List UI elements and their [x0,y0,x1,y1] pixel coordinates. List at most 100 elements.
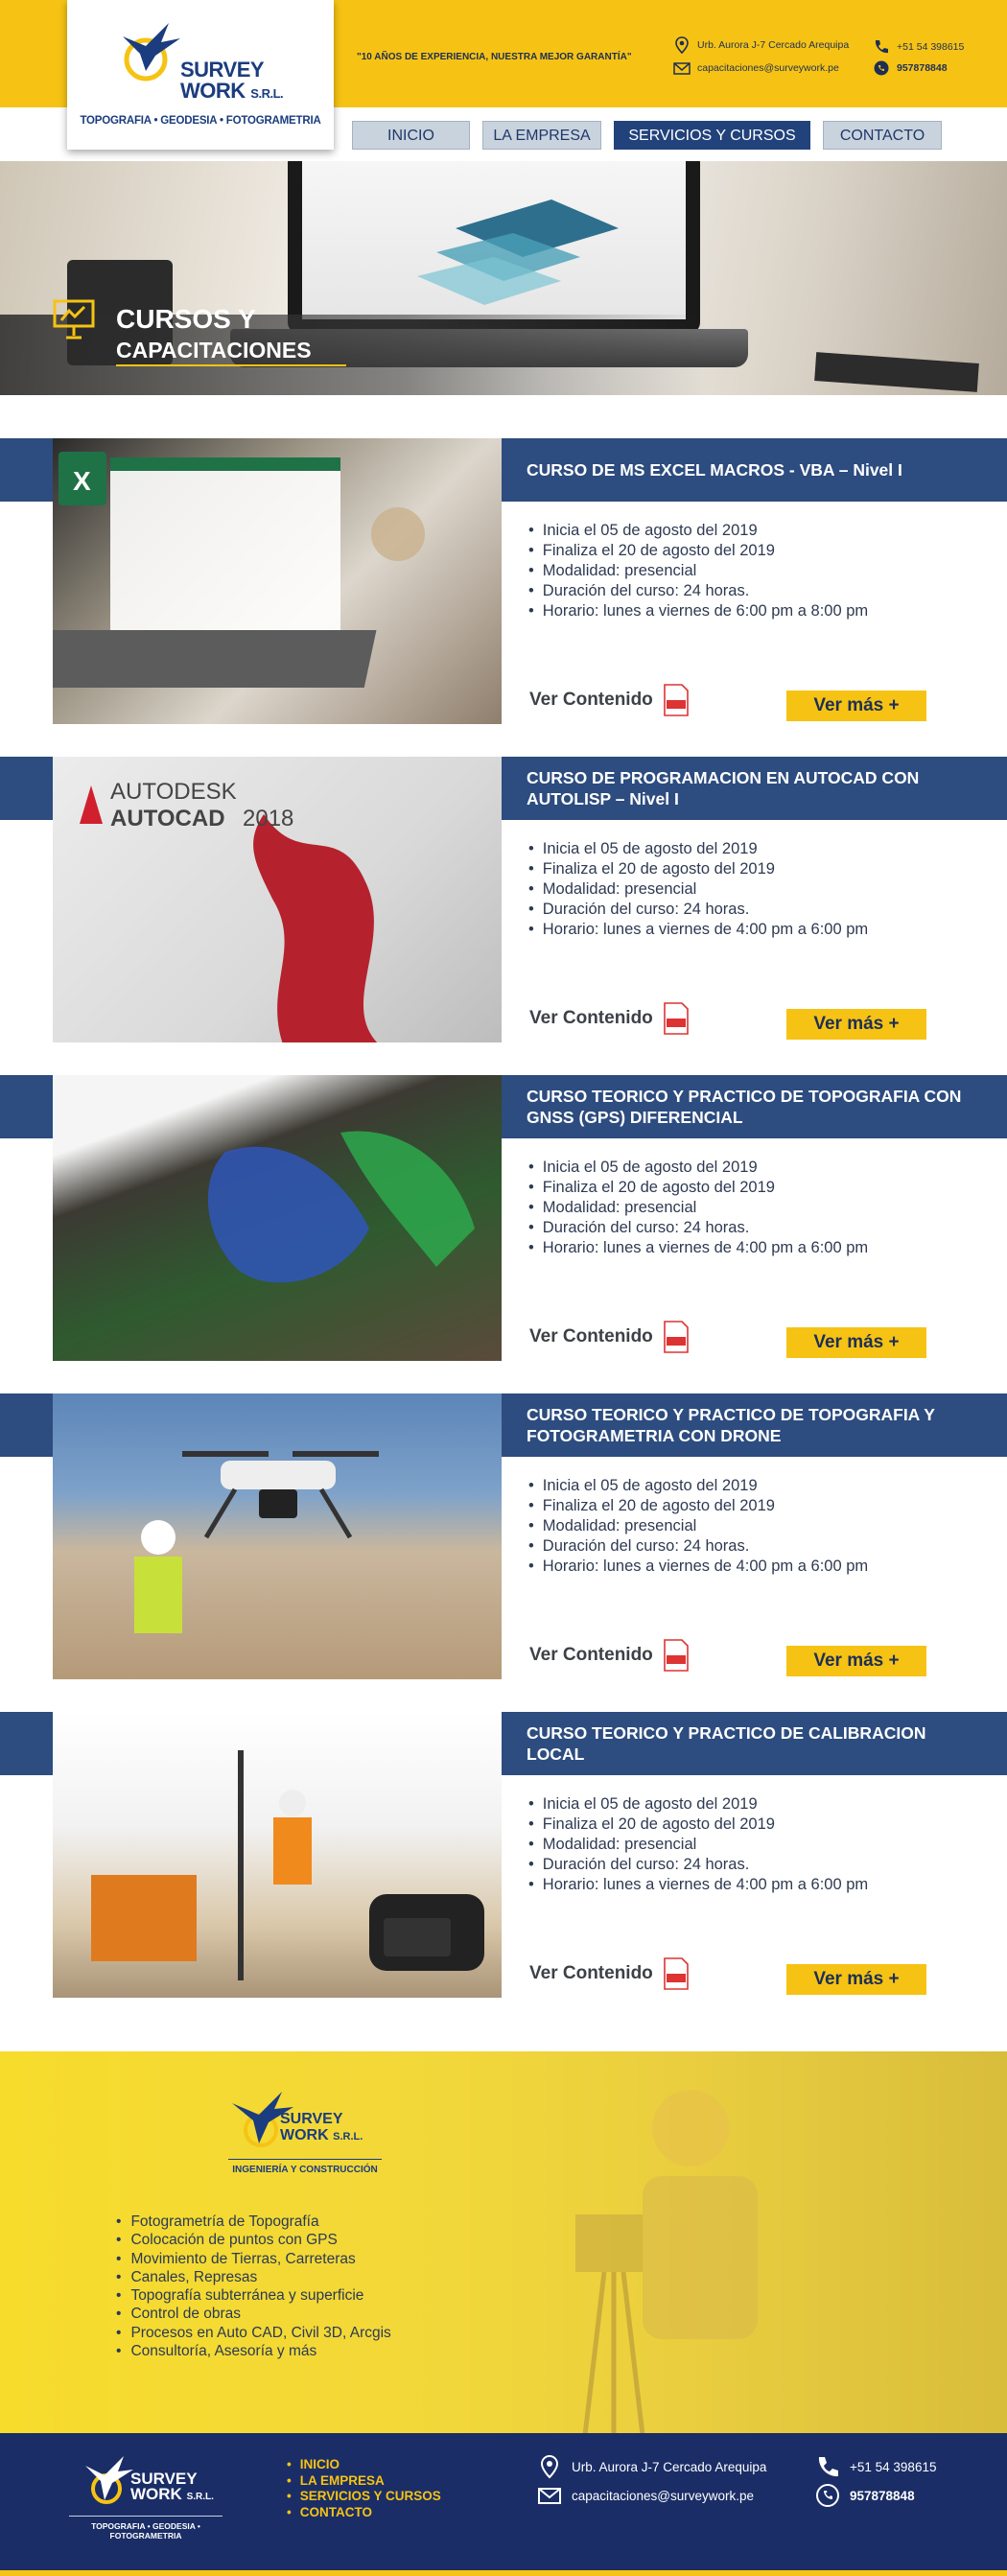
pdf-icon [663,1957,689,1990]
footer-link-la-empresa[interactable]: LA EMPRESA [287,2473,441,2490]
whatsapp-icon [874,60,889,76]
logo-tagline: TOPOGRAFIA • GEODESIA • FOTOGRAMETRIA [80,115,321,127]
footer-link-servicios-y-cursos[interactable]: SERVICIOS Y CURSOS [287,2489,441,2505]
surveyor-image [575,2090,758,2433]
course-end: Finaliza el 20 de agosto del 2019 [528,1178,868,1198]
course-start: Inicia el 05 de agosto del 2019 [528,1794,868,1815]
header-whatsapp[interactable]: 957878848 [873,59,948,77]
course-details: Inicia el 05 de agosto del 2019 Finaliza… [528,521,868,621]
nav-servicios-y-cursos[interactable]: SERVICIOS Y CURSOS [614,121,810,150]
site-footer: SURVEY WORK S.R.L. TOPOGRAFIA • GEODESIA… [0,2433,1007,2576]
logo-text: SURVEY WORK S.R.L. [180,58,284,103]
logo[interactable]: SURVEY WORK S.R.L. TOPOGRAFIA • GEODESIA… [67,0,334,150]
ver-mas-button[interactable]: Ver más + [786,1964,926,1995]
whatsapp-text: 957878848 [897,62,948,74]
footer-email[interactable]: capacitaciones@surveywork.pe [537,2483,754,2508]
pdf-icon [663,1639,689,1672]
page-title: CURSOS Y CAPACITACIONES [116,303,312,364]
ver-contenido-label: Ver Contenido [529,1963,653,1983]
ver-contenido-link[interactable]: Ver Contenido [529,1956,690,1991]
footer-whatsapp[interactable]: 957878848 [815,2483,915,2508]
ver-contenido-label: Ver Contenido [529,1008,653,1028]
location-pin-icon [540,2454,559,2479]
footer-link-contacto[interactable]: CONTACTO [287,2505,441,2521]
footer-logo-divider [69,2516,222,2517]
course-duration: Duración del curso: 24 horas. [528,1218,868,1238]
excel-course-image: X [53,438,502,724]
main-nav: INICIO LA EMPRESA SERVICIOS Y CURSOS CON… [352,121,942,150]
course-duration: Duración del curso: 24 horas. [528,900,868,920]
course-title: CURSO TEORICO Y PRACTICO DE TOPOGRAFIA C… [527,1087,962,1127]
service-item: Procesos en Auto CAD, Civil 3D, Arcgis [116,2324,390,2342]
eagle-globe-icon [123,23,180,82]
course-mode: Modalidad: presencial [528,1835,868,1855]
ver-contenido-link[interactable]: Ver Contenido [529,1001,690,1036]
ver-contenido-label: Ver Contenido [529,690,653,710]
hero-banner: CURSOS Y CAPACITACIONES [0,161,1007,395]
footer-link-inicio[interactable]: INICIO [287,2457,441,2473]
nav-inicio[interactable]: INICIO [352,121,470,150]
course-end: Finaliza el 20 de agosto del 2019 [528,859,868,879]
services-promo: SURVEY WORK S.R.L. INGENIERÍA Y CONSTRUC… [0,2051,1007,2433]
ver-contenido-link[interactable]: Ver Contenido [529,1320,690,1354]
autocad-year: 2018 [243,806,293,831]
services-list: Fotogrametría de Topografía Colocación d… [116,2213,391,2360]
pdf-icon [663,1002,689,1035]
nav-contacto[interactable]: CONTACTO [823,121,942,150]
promo-tagline: INGENIERÍA Y CONSTRUCCIÓN [232,2165,378,2175]
nav-la-empresa[interactable]: LA EMPRESA [482,121,601,150]
footer-address-text: Urb. Aurora J-7 Cercado Arequipa [572,2459,767,2474]
ver-contenido-link[interactable]: Ver Contenido [529,1638,690,1673]
autocad-course-image: AUTODESK AUTOCAD 2018 [53,757,502,1042]
course-title: CURSO TEORICO Y PRACTICO DE TOPOGRAFIA Y… [527,1405,935,1445]
header-phone[interactable]: +51 54 398615 [873,38,964,56]
course-card: CURSO TEORICO Y PRACTICO DE TOPOGRAFIA Y… [0,1393,1007,1712]
slogan: "10 AÑOS DE EXPERIENCIA, NUESTRA MEJOR G… [357,52,632,62]
footer-phone-text: +51 54 398615 [850,2459,937,2474]
service-item: Colocación de puntos con GPS [116,2231,391,2249]
ver-mas-button[interactable]: Ver más + [786,1009,926,1040]
course-card: CURSO TEORICO Y PRACTICO DE TOPOGRAFIA C… [0,1075,1007,1393]
course-end: Finaliza el 20 de agosto del 2019 [528,1815,868,1835]
course-title: CURSO DE MS EXCEL MACROS - VBA – Nivel I [527,460,902,480]
course-duration: Duración del curso: 24 horas. [528,1855,868,1875]
footer-logo-text: SURVEY WORK S.R.L. [130,2470,214,2503]
footer-logo-icon [85,2456,133,2504]
course-mode: Modalidad: presencial [528,561,868,581]
course-start: Inicia el 05 de agosto del 2019 [528,1158,868,1178]
page-title-line1: CURSOS Y [116,304,256,334]
course-details: Inicia el 05 de agosto del 2019 Finaliza… [528,839,868,940]
ver-mas-button[interactable]: Ver más + [786,1327,926,1358]
pdf-icon [663,684,689,716]
course-details: Inicia el 05 de agosto del 2019 Finaliza… [528,1794,868,1895]
service-item: Movimiento de Tierras, Carreteras [116,2250,391,2268]
site-header: SURVEY WORK S.R.L. TOPOGRAFIA • GEODESIA… [0,0,1007,161]
email-text: capacitaciones@surveywork.pe [697,62,839,74]
course-schedule: Horario: lunes a viernes de 6:00 pm a 8:… [528,601,868,621]
header-email[interactable]: capacitaciones@surveywork.pe [673,59,839,77]
title-underline [116,364,346,366]
calibration-course-image [53,1712,502,1998]
drone-course-image [53,1393,502,1679]
course-schedule: Horario: lunes a viernes de 4:00 pm a 6:… [528,1557,868,1577]
ver-mas-button[interactable]: Ver más + [786,1646,926,1676]
footer-address: Urb. Aurora J-7 Cercado Arequipa [537,2454,766,2479]
course-duration: Duración del curso: 24 horas. [528,581,868,601]
ver-contenido-link[interactable]: Ver Contenido [529,683,690,717]
ver-mas-button[interactable]: Ver más + [786,691,926,721]
excel-laptop-illustration: X [53,452,425,688]
promo-logo-divider [228,2159,382,2160]
course-list: X CURSO DE MS EXCEL MACROS - VBA – Nivel… [0,395,1007,2030]
footer-whatsapp-text: 957878848 [850,2488,915,2503]
header-address: Urb. Aurora J-7 Cercado Arequipa [673,36,849,54]
course-title: CURSO DE PROGRAMACION EN AUTOCAD CON AUT… [527,768,920,808]
course-schedule: Horario: lunes a viernes de 4:00 pm a 6:… [528,1875,868,1895]
course-start: Inicia el 05 de agosto del 2019 [528,839,868,859]
footer-phone[interactable]: +51 54 398615 [815,2454,936,2479]
service-item: Control de obras [116,2305,391,2323]
course-end: Finaliza el 20 de agosto del 2019 [528,1496,868,1516]
ver-contenido-label: Ver Contenido [529,1326,653,1347]
course-duration: Duración del curso: 24 horas. [528,1536,868,1557]
course-start: Inicia el 05 de agosto del 2019 [528,1476,868,1496]
phone-icon [875,40,888,54]
